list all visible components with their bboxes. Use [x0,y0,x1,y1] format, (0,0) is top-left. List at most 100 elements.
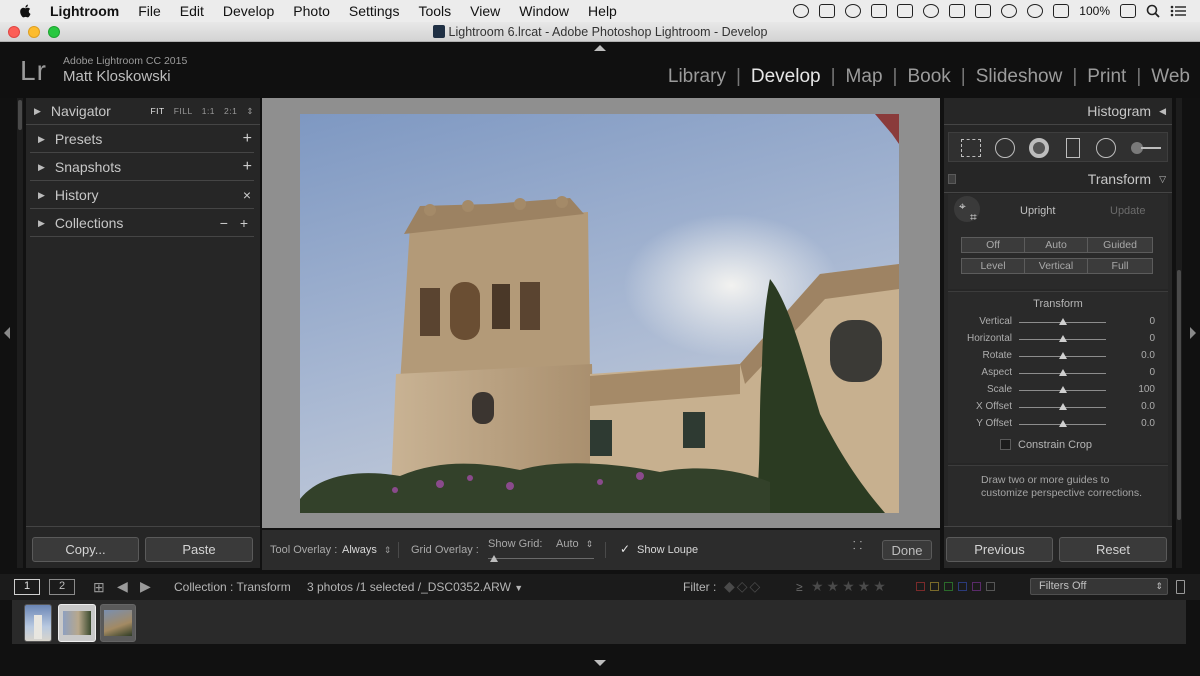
add-preset-icon[interactable]: + [243,130,252,148]
menu-develop[interactable]: Develop [223,3,274,19]
selection-info[interactable]: 3 photos /1 selected /_DSC0352.ARW ▼ [307,580,523,594]
guided-upright-tool-icon[interactable]: ⌖ ⌗ [954,196,980,224]
radial-filter-icon[interactable] [1096,138,1116,158]
navigator-panel-header[interactable]: ▶ Navigator FIT FILL 1:1 2:1 ⇕ [26,98,260,125]
module-book[interactable]: Book [907,66,950,88]
primary-display-button[interactable]: 1 [14,579,40,595]
volume-icon[interactable] [1053,4,1070,18]
slider-thumb[interactable] [1059,420,1067,427]
menu-edit[interactable]: Edit [180,3,204,19]
snapshots-panel-header[interactable]: ▶ Snapshots + [30,154,254,181]
camera-icon[interactable] [819,4,836,18]
reset-button[interactable]: Reset [1059,537,1167,562]
grid-opacity-slider[interactable] [488,558,594,559]
menu-view[interactable]: View [470,3,500,19]
module-web[interactable]: Web [1151,66,1190,88]
graduated-filter-icon[interactable] [1066,138,1080,158]
right-panel-scrollbar[interactable] [1176,98,1182,568]
collection-source[interactable]: Collection : Transform [174,580,291,594]
drive-icon[interactable] [923,4,940,18]
collapse-filmstrip-icon[interactable] [592,659,608,667]
evernote-icon[interactable] [793,4,810,18]
slider-value[interactable]: 0.0 [1115,418,1155,429]
forward-arrow-icon[interactable]: ▶ [140,578,151,595]
transform-panel-header[interactable]: Transform ▽ [944,166,1172,193]
add-snapshot-icon[interactable]: + [243,158,252,176]
filmstrip-thumbnail[interactable] [100,604,136,642]
bluetooth-icon[interactable] [1001,4,1018,18]
zoom-1-1[interactable]: 1:1 [202,106,215,117]
constrain-crop-checkbox[interactable] [1000,439,1011,450]
airplay-icon[interactable] [949,4,966,18]
dropbox-icon[interactable] [897,4,914,18]
upright-vertical-button[interactable]: Vertical [1024,258,1088,274]
paste-settings-button[interactable]: Paste [145,537,253,562]
upright-full-button[interactable]: Full [1087,258,1153,274]
clear-history-icon[interactable]: × [243,187,251,203]
zoom-fill[interactable]: FILL [174,106,193,117]
tool-overlay-select[interactable]: Always ⇕ [342,544,391,556]
history-panel-header[interactable]: ▶ History × [30,182,254,209]
slider-thumb[interactable] [1059,386,1067,393]
color-label-filter[interactable] [916,582,995,591]
histogram-panel-header[interactable]: Histogram ◀ [944,98,1172,125]
menu-photo[interactable]: Photo [293,3,330,19]
upright-auto-button[interactable]: Auto [1024,237,1088,253]
photo-preview[interactable] [300,114,899,513]
notification-center-icon[interactable] [1170,4,1186,18]
previous-button[interactable]: Previous [946,537,1053,562]
spotlight-search-icon[interactable] [1146,4,1160,18]
show-loupe-checkbox[interactable]: ✓ [620,542,630,556]
zoom-stepper-icon[interactable]: ⇕ [246,106,254,117]
menu-file[interactable]: File [138,3,161,19]
filmstrip-thumbnail[interactable] [24,604,52,642]
rating-operator[interactable]: ≥ [796,580,803,594]
battery-icon[interactable] [1120,4,1136,18]
zoom-2-1[interactable]: 2:1 [224,106,237,117]
menu-help[interactable]: Help [588,3,617,19]
slider-thumb[interactable] [1059,335,1067,342]
collapse-left-panel-icon[interactable] [3,326,11,340]
menu-app-name[interactable]: Lightroom [50,3,119,19]
module-slideshow[interactable]: Slideshow [976,66,1063,88]
filter-preset-select[interactable]: Filters Off ⇕ [1030,578,1168,595]
filmstrip-thumbnail-selected[interactable] [58,604,96,642]
red-eye-icon[interactable] [1029,138,1049,158]
module-map[interactable]: Map [846,66,883,88]
copy-settings-button[interactable]: Copy... [32,537,139,562]
grid-opacity-thumb[interactable] [490,555,498,562]
secondary-display-button[interactable]: 2 [49,579,75,595]
update-button[interactable]: Update [1110,205,1145,217]
show-grid-select[interactable]: Auto ⇕ [556,538,593,550]
menu-settings[interactable]: Settings [349,3,400,19]
slider-thumb[interactable] [1059,352,1067,359]
upright-tool-icon[interactable]: ⸬ [853,538,862,553]
slider-value[interactable]: 0 [1115,333,1155,344]
slider-value[interactable]: 0.0 [1115,401,1155,412]
module-library[interactable]: Library [668,66,726,88]
zoom-fit[interactable]: FIT [150,106,164,117]
collapse-right-panel-icon[interactable] [1189,326,1197,340]
star-filter-icons[interactable]: ★★★★★ [811,578,889,595]
collections-panel-header[interactable]: ▶ Collections − + [30,210,254,237]
upright-level-button[interactable]: Level [961,258,1025,274]
slider-thumb[interactable] [1059,369,1067,376]
done-button[interactable]: Done [882,540,932,560]
collection-actions-icon[interactable]: − + [220,215,252,231]
slider-value[interactable]: 0.0 [1115,350,1155,361]
keyboard-icon[interactable] [975,4,992,18]
module-develop[interactable]: Develop [751,66,821,88]
module-print[interactable]: Print [1087,66,1126,88]
left-panel-scrollbar[interactable] [17,98,23,568]
flag-filter-icons[interactable]: ◆◇◇ [724,578,762,595]
slider-thumb[interactable] [1059,403,1067,410]
collapse-top-panel-icon[interactable] [592,44,608,52]
upright-off-button[interactable]: Off [961,237,1025,253]
creative-cloud-icon[interactable] [845,4,862,18]
slider-thumb[interactable] [1059,318,1067,325]
apple-icon[interactable] [16,3,36,19]
screenshot-icon[interactable] [871,4,888,18]
crop-tool-icon[interactable] [961,139,981,157]
slider-value[interactable]: 100 [1115,384,1155,395]
presets-panel-header[interactable]: ▶ Presets + [30,126,254,153]
